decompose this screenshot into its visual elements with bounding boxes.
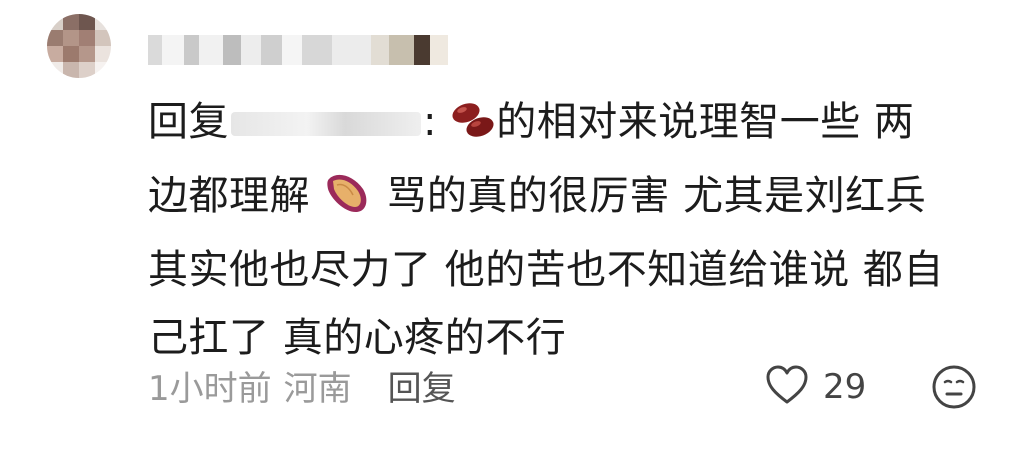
comment-line1: 的相对来说理智一些 两 — [496, 99, 915, 145]
comment-line2a: 边都理解 — [148, 173, 310, 219]
like-button[interactable]: 29 — [765, 364, 866, 410]
heart-outline-icon — [765, 365, 809, 409]
like-count: 29 — [823, 367, 867, 407]
comment-time: 1小时前 — [148, 368, 272, 409]
comment-location: 河南 — [283, 368, 352, 409]
comment-meta: 1小时前 河南 回复 — [148, 360, 456, 410]
comment-line2b: 骂的真的很厉害 尤其是刘红兵 — [386, 173, 927, 219]
beans-emoji — [450, 94, 496, 162]
avatar[interactable] — [47, 14, 111, 78]
comment-text: 回复: 的相对来说理智一些 两 边都理解 骂的真的很厉害 尤其是刘红兵 其实他也… — [148, 88, 968, 372]
mentioned-user-blurred[interactable] — [231, 112, 421, 136]
username-blurred[interactable] — [148, 30, 448, 70]
comment-line4: 己扛了 真的心疼的不行 — [148, 315, 567, 361]
comment-line3: 其实他也尽力了 他的苦也不知道给谁说 都自 — [148, 247, 944, 293]
sweet-potato-emoji — [323, 168, 373, 236]
reply-button[interactable]: 回复 — [388, 361, 456, 410]
mention-colon: : — [423, 99, 437, 145]
neutral-face-icon — [931, 365, 977, 414]
dislike-button[interactable] — [931, 364, 977, 410]
reply-prefix: 回复 — [148, 99, 229, 145]
